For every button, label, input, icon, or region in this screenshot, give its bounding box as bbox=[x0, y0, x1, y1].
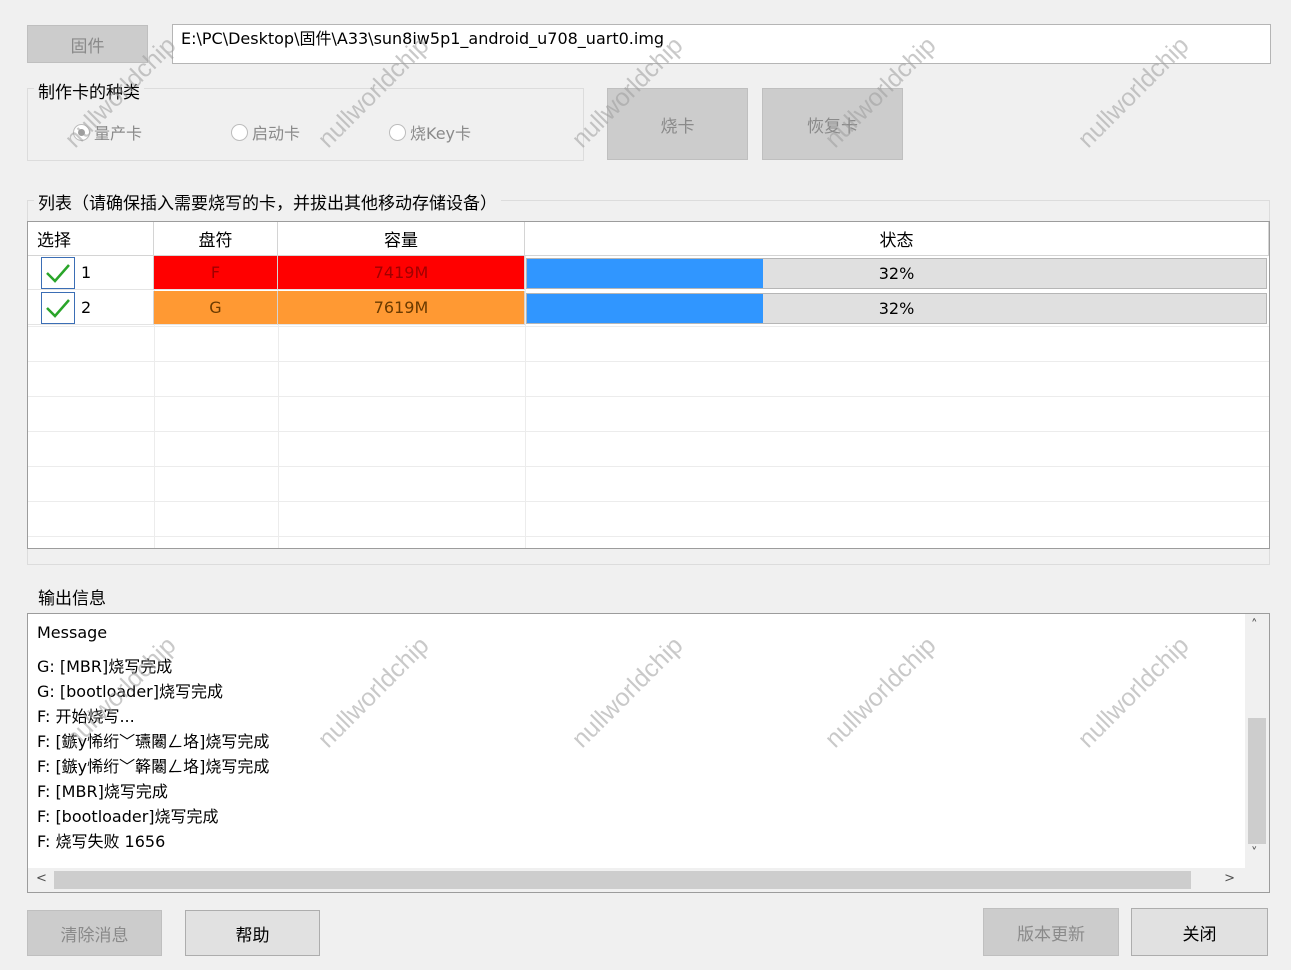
column-header-capacity[interactable]: 容量 bbox=[278, 222, 525, 256]
row-drive-cell: G bbox=[154, 291, 278, 325]
message-line: F: [鏃у悕绗﹀簳闂ㄥ垎]烧写完成 bbox=[37, 757, 270, 776]
output-group-label: 输出信息 bbox=[34, 584, 110, 609]
vertical-scroll-thumb[interactable] bbox=[1248, 718, 1266, 844]
radio-key-card[interactable]: 烧Key卡 bbox=[389, 120, 471, 144]
row-status-text: 32% bbox=[878, 299, 915, 318]
row-progress-bar: 32% bbox=[526, 258, 1267, 289]
column-header-status[interactable]: 状态 bbox=[525, 222, 1269, 256]
grid-line bbox=[28, 501, 1269, 502]
restore-card-button[interactable]: 恢复卡 bbox=[762, 88, 903, 160]
scroll-up-icon[interactable]: ˄ bbox=[1251, 618, 1258, 633]
message-line: G: [MBR]烧写完成 bbox=[37, 657, 173, 676]
card-table: 选择 盘符 容量 状态 1 F 7419M 32% 2 G 7619M 32% bbox=[27, 221, 1270, 549]
message-log[interactable]: Message G: [MBR]烧写完成 G: [bootloader]烧写完成… bbox=[27, 613, 1270, 893]
firmware-path-field[interactable]: E:\PC\Desktop\固件\A33\sun8iw5p1_android_u… bbox=[172, 24, 1271, 64]
message-line: F: 烧写失败 1656 bbox=[37, 832, 166, 851]
row-drive-cell: F bbox=[154, 256, 278, 290]
row-checkbox[interactable] bbox=[41, 256, 75, 289]
version-update-button[interactable]: 版本更新 bbox=[983, 908, 1119, 956]
radio-dot-icon bbox=[231, 123, 248, 141]
row-checkbox[interactable] bbox=[41, 291, 75, 324]
list-group-label: 列表（请确保插入需要烧写的卡，并拔出其他移动存储设备） bbox=[34, 189, 501, 214]
column-header-select[interactable]: 选择 bbox=[28, 222, 154, 256]
card-type-group-label: 制作卡的种类 bbox=[34, 78, 144, 103]
horizontal-scroll-thumb[interactable] bbox=[54, 871, 1191, 889]
radio-label: 启动卡 bbox=[252, 124, 301, 143]
scroll-down-icon[interactable]: ˅ bbox=[1251, 846, 1258, 861]
scroll-right-icon[interactable]: > bbox=[1224, 871, 1235, 886]
grid-line bbox=[28, 431, 1269, 432]
row-select-cell: 2 bbox=[28, 291, 154, 325]
radio-label: 量产卡 bbox=[94, 124, 143, 143]
message-line: G: [bootloader]烧写完成 bbox=[37, 682, 223, 701]
row-select-cell: 1 bbox=[28, 256, 154, 290]
message-line: Message bbox=[37, 623, 108, 642]
close-button[interactable]: 关闭 bbox=[1131, 908, 1268, 956]
message-line: F: [bootloader]烧写完成 bbox=[37, 807, 219, 826]
horizontal-scrollbar[interactable]: < > bbox=[28, 868, 1269, 892]
help-button[interactable]: 帮助 bbox=[185, 910, 320, 956]
scroll-left-icon[interactable]: < bbox=[36, 871, 47, 886]
message-line: F: 开始烧写... bbox=[37, 707, 135, 726]
burn-card-button[interactable]: 烧卡 bbox=[607, 88, 748, 160]
grid-line bbox=[28, 466, 1269, 467]
vertical-scrollbar[interactable]: ˄ ˅ bbox=[1245, 614, 1269, 868]
grid-line bbox=[28, 396, 1269, 397]
grid-line bbox=[28, 536, 1269, 537]
radio-boot-card[interactable]: 启动卡 bbox=[231, 120, 300, 144]
firmware-button[interactable]: 固件 bbox=[27, 25, 148, 63]
checkmark-icon bbox=[46, 263, 70, 283]
message-line: F: [鏃у悕绗﹀瓙闂ㄥ垎]烧写完成 bbox=[37, 732, 270, 751]
row-status-text: 32% bbox=[878, 264, 915, 283]
row-index: 1 bbox=[81, 263, 92, 282]
row-capacity-cell: 7619M bbox=[278, 291, 525, 325]
grid-line bbox=[28, 361, 1269, 362]
radio-mass-production-card[interactable]: 量产卡 bbox=[73, 120, 142, 144]
grid-line bbox=[28, 326, 1269, 327]
column-header-drive[interactable]: 盘符 bbox=[154, 222, 278, 256]
checkmark-icon bbox=[46, 298, 70, 318]
radio-dot-icon bbox=[389, 123, 406, 141]
radio-label: 烧Key卡 bbox=[410, 124, 472, 143]
radio-dot-icon bbox=[73, 123, 90, 141]
row-progress-bar: 32% bbox=[526, 293, 1267, 324]
row-capacity-cell: 7419M bbox=[278, 256, 525, 290]
clear-messages-button[interactable]: 清除消息 bbox=[27, 910, 162, 956]
row-index: 2 bbox=[81, 298, 92, 317]
message-line: F: [MBR]烧写完成 bbox=[37, 782, 168, 801]
